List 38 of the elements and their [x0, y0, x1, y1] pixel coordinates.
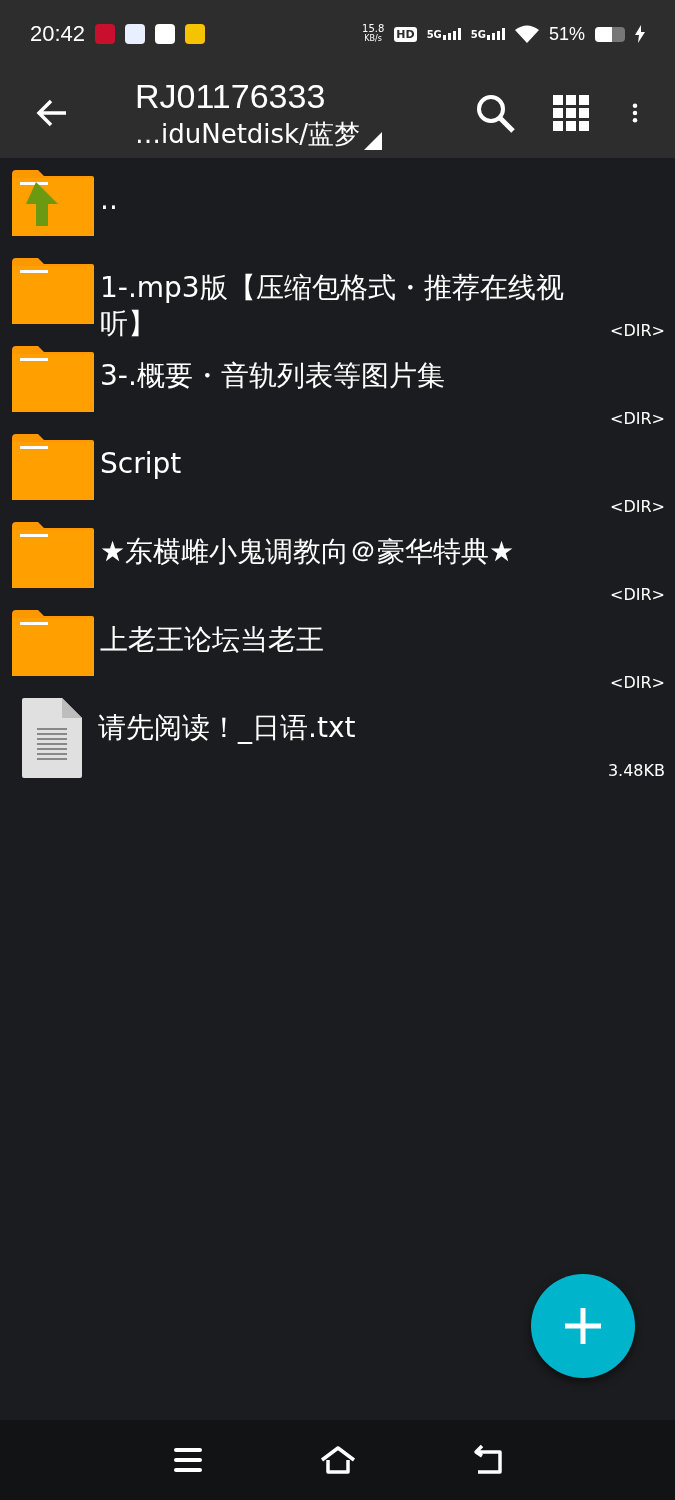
- battery-icon: [595, 26, 625, 42]
- charging-icon: [635, 25, 645, 43]
- folder-icon: [12, 434, 94, 500]
- signal-icon: [486, 28, 505, 40]
- network-type: 5G: [426, 29, 442, 40]
- network-speed-unit: KB/s: [364, 34, 382, 44]
- file-size: <DIR>: [610, 409, 665, 428]
- signal-icon: [442, 28, 461, 40]
- file-name[interactable]: 上老王论坛当老王: [100, 610, 595, 658]
- wifi-icon: [514, 25, 539, 43]
- folder-icon: [12, 258, 94, 324]
- folder-icon: [12, 522, 94, 588]
- clock: 20:42: [30, 21, 86, 47]
- file-name[interactable]: ..: [100, 170, 595, 218]
- app-icon: [125, 24, 146, 44]
- folder-icon: [12, 610, 94, 676]
- file-name[interactable]: 请先阅读！_日语.txt: [98, 698, 593, 746]
- hd-badge: HD: [394, 26, 417, 42]
- file-name[interactable]: Script: [100, 434, 595, 482]
- folder-icon: [12, 346, 94, 412]
- text-file-icon: [22, 698, 82, 778]
- network-type: 5G: [470, 29, 486, 40]
- network-speed: 15.8: [362, 24, 385, 34]
- file-size: <DIR>: [610, 585, 665, 604]
- plus-icon: [563, 1306, 603, 1346]
- file-size: <DIR>: [610, 321, 665, 340]
- file-size: <DIR>: [610, 673, 665, 692]
- battery-percent: 51%: [548, 23, 585, 45]
- file-name[interactable]: ★东横雌小鬼调教向＠豪华特典★: [100, 522, 595, 570]
- app-icon: [185, 24, 206, 44]
- folder-title: RJ01176333: [135, 76, 327, 116]
- folder-up-icon: [12, 170, 94, 236]
- file-size: 3.48KB: [607, 761, 665, 780]
- file-name[interactable]: 1-.mp3版【压缩包格式・推荐在线视听】: [100, 258, 595, 342]
- folder-path[interactable]: …iduNetdisk/蓝梦: [135, 118, 360, 150]
- dropdown-triangle-icon[interactable]: [363, 132, 382, 150]
- file-name[interactable]: 3-.概要・音轨列表等图片集: [100, 346, 595, 394]
- file-size: <DIR>: [610, 497, 665, 516]
